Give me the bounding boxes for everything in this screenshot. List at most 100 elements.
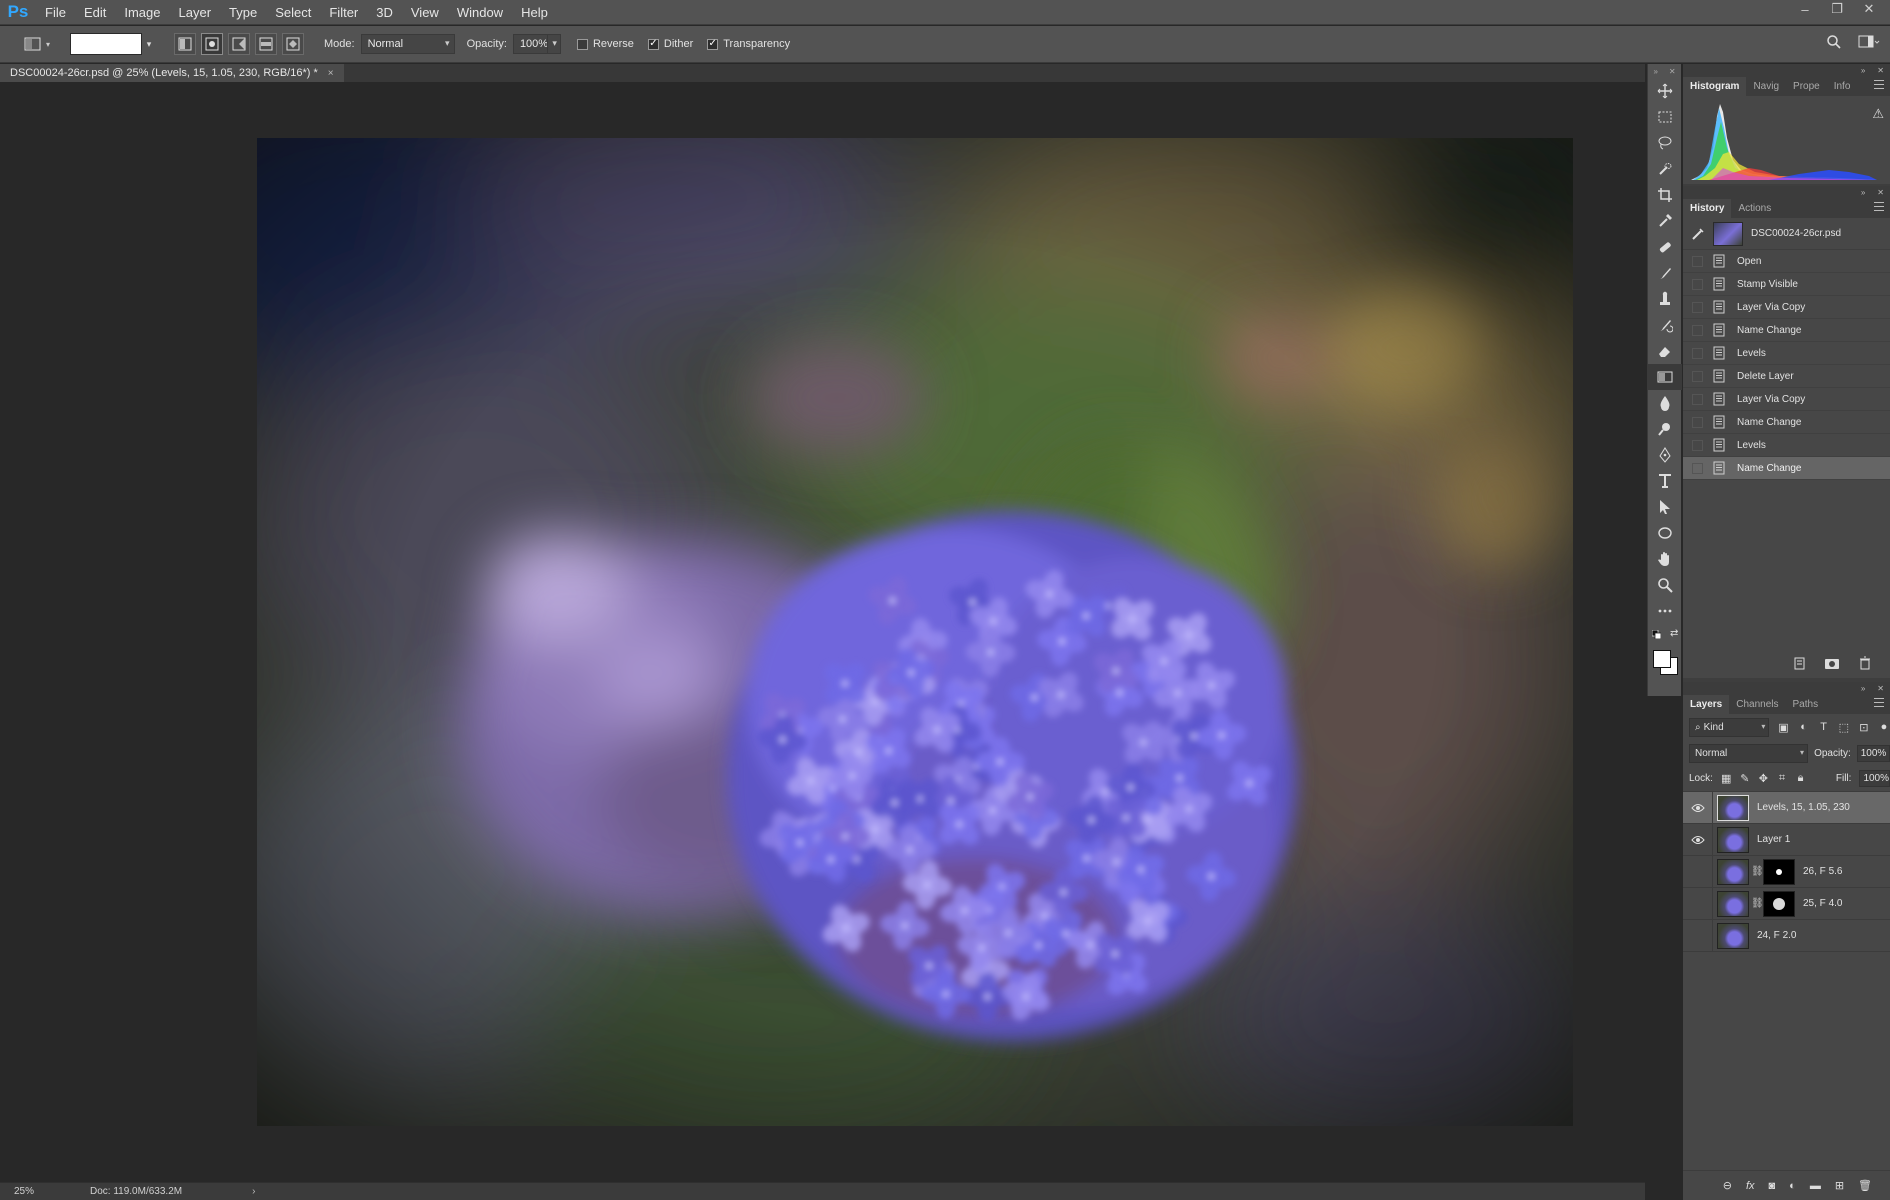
gradient-picker-chevron-icon[interactable]: ▾ [142,33,156,55]
tool-zoom[interactable] [1648,572,1682,598]
tool-blur[interactable] [1648,390,1682,416]
menu-view[interactable]: View [402,0,448,25]
panel-menu-icon[interactable] [1874,202,1884,211]
tab-paths[interactable]: Paths [1786,695,1826,714]
tool-more[interactable] [1648,598,1682,624]
tool-dodge[interactable] [1648,416,1682,442]
trash-icon[interactable] [1858,656,1872,670]
history-state[interactable]: Layer Via Copy [1683,388,1890,411]
linear-gradient-button[interactable] [174,33,196,55]
tool-eyedropper[interactable] [1648,208,1682,234]
adjustment-filter-icon[interactable]: ◐ [1798,720,1810,734]
history-source-slot[interactable] [1683,411,1711,434]
document-tab[interactable]: DSC00024-26cr.psd @ 25% (Levels, 15, 1.0… [0,64,344,82]
collapse-icon[interactable]: » [1861,188,1865,197]
collapse-icon[interactable]: » [1653,67,1657,76]
lock-artboard-icon[interactable]: ⌗ [1777,772,1788,786]
opacity-field[interactable]: 100% [512,34,548,54]
radial-gradient-button[interactable] [201,33,223,55]
layer-row[interactable]: Levels, 15, 1.05, 230 [1683,791,1890,824]
restore-button[interactable]: ❐ [1830,1,1844,16]
layer-mask-thumbnail[interactable] [1763,890,1795,917]
tool-healing[interactable] [1648,234,1682,260]
history-source-slot[interactable] [1683,273,1711,296]
panel-menu-icon[interactable] [1874,698,1884,707]
trash-icon[interactable]: 🗑︎ [1858,1179,1872,1192]
angle-gradient-button[interactable] [228,33,250,55]
pixel-filter-icon[interactable]: ▣ [1777,720,1789,734]
layer-mask-thumbnail[interactable] [1763,858,1795,885]
history-source-slot[interactable] [1683,457,1711,480]
tool-marquee[interactable] [1648,104,1682,130]
zoom-level[interactable]: 25% [0,1186,70,1197]
visibility-toggle[interactable] [1683,791,1713,824]
reflected-gradient-button[interactable] [255,33,277,55]
history-source-slot[interactable] [1683,296,1711,319]
history-state[interactable]: Delete Layer [1683,365,1890,388]
close-window-button[interactable]: ✕ [1862,1,1876,16]
smart-object-filter-icon[interactable]: ⊡ [1858,720,1870,734]
link-icon[interactable]: ⊖ [1723,1179,1732,1192]
document-image[interactable] [257,138,1573,1126]
menu-type[interactable]: Type [220,0,266,25]
history-source-slot[interactable] [1683,388,1711,411]
tool-type[interactable] [1648,468,1682,494]
visibility-toggle[interactable] [1683,919,1713,952]
tool-history-brush[interactable] [1648,312,1682,338]
visibility-toggle[interactable] [1683,823,1713,856]
history-source-slot[interactable] [1683,250,1711,273]
blend-mode-select[interactable]: Normal ▾ [1689,743,1809,763]
search-icon[interactable] [1826,34,1842,50]
tool-brush[interactable] [1648,260,1682,286]
collapse-icon[interactable]: » [1861,684,1865,693]
menu-select[interactable]: Select [266,0,320,25]
menu-edit[interactable]: Edit [75,0,115,25]
canvas-area[interactable] [0,82,1645,1182]
mode-select[interactable]: Normal ▾ [360,34,455,54]
new-layer-icon[interactable]: ⊞ [1835,1179,1844,1192]
cache-warning-icon[interactable]: ⚠ [1872,106,1884,122]
tab-history[interactable]: History [1683,199,1732,218]
history-source-slot[interactable] [1683,365,1711,388]
camera-icon[interactable] [1824,656,1840,670]
layer-row[interactable]: 24, F 2.0 [1683,919,1890,952]
type-filter-icon[interactable]: T [1818,720,1830,734]
tool-preset-picker[interactable]: ▾ [18,31,56,57]
history-state[interactable]: Name Change [1683,319,1890,342]
tool-eraser[interactable] [1648,338,1682,364]
dither-checkbox[interactable]: ✓ [647,38,659,50]
group-icon[interactable]: ▬ [1810,1180,1821,1192]
gradient-swatch[interactable] [70,33,142,55]
close-document-icon[interactable]: × [328,68,334,79]
close-icon[interactable]: ✕ [1669,67,1676,76]
menu-layer[interactable]: Layer [170,0,221,25]
tool-ellipse[interactable] [1648,520,1682,546]
tool-quick-select[interactable] [1648,156,1682,182]
history-state[interactable]: Layer Via Copy [1683,296,1890,319]
close-icon[interactable]: ✕ [1877,66,1884,75]
reverse-option[interactable]: Reverse [576,38,634,50]
mask-link-icon[interactable]: ⛓︎ [1751,866,1764,877]
tool-gradient[interactable] [1648,364,1682,390]
history-state[interactable]: Stamp Visible [1683,273,1890,296]
tab-layers[interactable]: Layers [1683,695,1730,714]
menu-filter[interactable]: Filter [320,0,367,25]
transparency-option[interactable]: ✓ Transparency [707,38,790,50]
history-snapshot[interactable]: DSC00024-26cr.psd [1683,218,1890,250]
menu-image[interactable]: Image [115,0,169,25]
opacity-slider-toggle[interactable]: ▾ [546,34,561,54]
workspace-icon[interactable] [1858,34,1880,50]
tool-lasso[interactable] [1648,130,1682,156]
collapse-icon[interactable]: » [1861,66,1865,75]
layer-row[interactable]: Layer 1 [1683,823,1890,856]
tool-hand[interactable] [1648,546,1682,572]
adjustment-icon[interactable]: ◐ [1789,1180,1796,1192]
layer-opacity-field[interactable]: 100% [1856,744,1890,762]
mask-link-icon[interactable]: ⛓︎ [1751,898,1764,909]
foreground-color[interactable] [1653,650,1671,668]
fx-icon[interactable]: fx [1746,1180,1755,1192]
swap-colors-icon[interactable]: ⇄ [1670,628,1678,639]
tool-stamp[interactable] [1648,286,1682,312]
history-state[interactable]: Levels [1683,342,1890,365]
kind-filter-select[interactable]: ⌕ Kind ▾ [1689,717,1770,737]
